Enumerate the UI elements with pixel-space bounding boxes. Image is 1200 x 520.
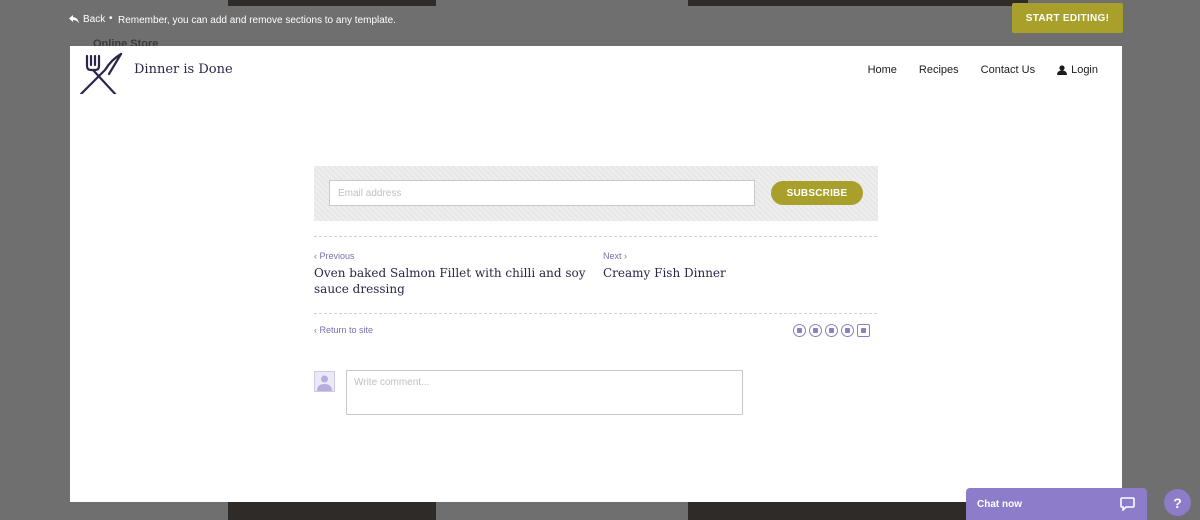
site-brand[interactable]: Dinner is Done xyxy=(134,62,233,77)
pinterest-icon[interactable] xyxy=(841,324,854,337)
help-button[interactable]: ? xyxy=(1164,489,1191,516)
email-icon[interactable] xyxy=(857,324,870,337)
fork-knife-logo-icon xyxy=(79,52,123,94)
divider-top xyxy=(314,236,877,237)
background-panel-bottom-left xyxy=(228,502,436,520)
nav-recipes[interactable]: Recipes xyxy=(919,64,959,76)
twitter-icon[interactable] xyxy=(809,324,822,337)
user-icon xyxy=(1057,65,1068,75)
nav-home[interactable]: Home xyxy=(868,64,897,76)
site-preview: Dinner is Done Home Recipes Contact Us L… xyxy=(70,46,1122,502)
separator-bullet: • xyxy=(109,13,113,24)
subscribe-button[interactable]: SUBSCRIBE xyxy=(771,181,863,205)
linkedin-icon[interactable] xyxy=(825,324,838,337)
back-arrow-icon xyxy=(69,15,79,24)
subscribe-form: SUBSCRIBE xyxy=(314,166,878,221)
back-button[interactable]: Back xyxy=(69,14,105,25)
next-link[interactable]: Next › xyxy=(603,251,627,261)
comment-input[interactable] xyxy=(346,370,743,415)
share-icons xyxy=(793,324,870,337)
user-avatar-icon xyxy=(317,375,332,391)
preview-toolbar: Back • Remember, you can add and remove … xyxy=(0,0,1200,46)
divider-bottom xyxy=(314,313,877,314)
template-notice: Remember, you can add and remove section… xyxy=(118,15,396,26)
nav-login[interactable]: Login xyxy=(1057,64,1098,76)
start-editing-button[interactable]: START EDITING! xyxy=(1012,3,1123,33)
avatar xyxy=(314,371,335,392)
previous-post-title[interactable]: Oven baked Salmon Fillet with chilli and… xyxy=(314,265,592,297)
chat-now-button[interactable]: Chat now xyxy=(966,488,1147,520)
next-post-title[interactable]: Creamy Fish Dinner xyxy=(603,265,803,281)
login-label: Login xyxy=(1071,64,1098,76)
back-label: Back xyxy=(83,14,106,25)
main-nav: Home Recipes Contact Us Login xyxy=(868,64,1098,76)
email-input[interactable] xyxy=(329,180,755,206)
return-to-site-link[interactable]: ‹ Return to site xyxy=(314,325,373,335)
facebook-icon[interactable] xyxy=(793,324,806,337)
chat-bubble-icon xyxy=(1120,497,1135,511)
chat-label: Chat now xyxy=(977,498,1022,510)
nav-contact-us[interactable]: Contact Us xyxy=(981,64,1035,76)
previous-link[interactable]: ‹ Previous xyxy=(314,251,355,261)
background-panel-bottom-right xyxy=(688,502,966,520)
